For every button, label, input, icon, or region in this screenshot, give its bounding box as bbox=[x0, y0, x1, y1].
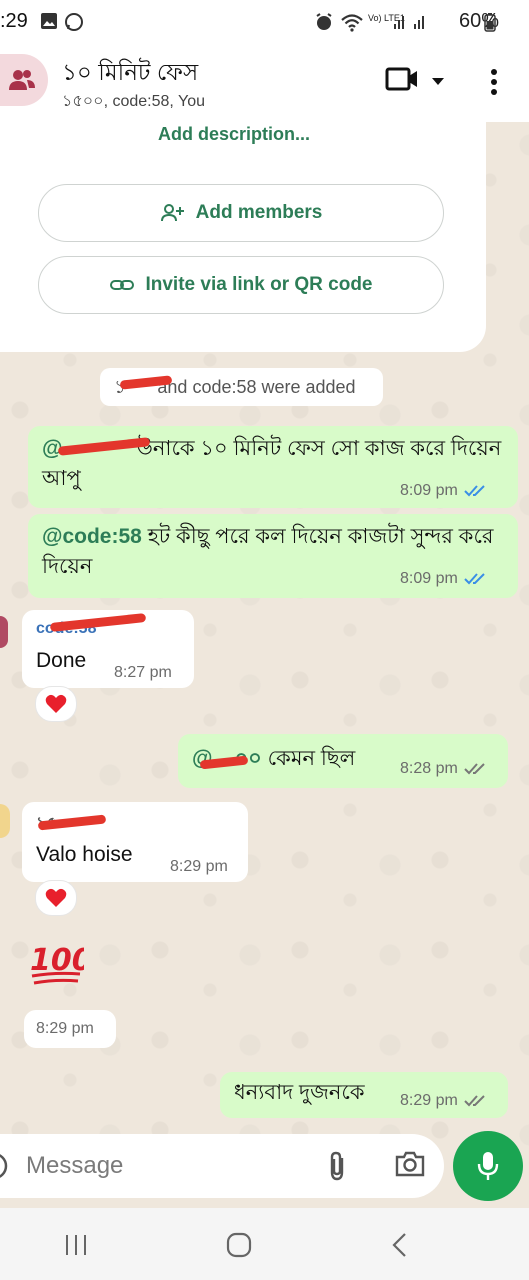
message-bubble-out[interactable]: @code:58 হট কীছু পরে কল দিয়েন কাজটা সুন… bbox=[28, 514, 518, 598]
invite-link-button[interactable]: Invite via link or QR code bbox=[38, 256, 444, 314]
message-meta: 8:09 pm bbox=[400, 570, 488, 588]
mic-button[interactable] bbox=[453, 1131, 523, 1201]
hundred-emoji[interactable]: 100 bbox=[28, 936, 93, 997]
message-body: Done bbox=[36, 649, 87, 672]
sender-avatar[interactable] bbox=[0, 804, 10, 838]
group-avatar[interactable] bbox=[0, 54, 48, 106]
heart-reaction-icon bbox=[45, 694, 67, 713]
message-body: Valo hoise bbox=[36, 843, 133, 866]
message-time: 8:28 pm bbox=[400, 760, 458, 777]
message-bubble-in[interactable]: code:58 Done 8:27 pm bbox=[22, 610, 194, 688]
message-mention[interactable]: @code:58 bbox=[42, 525, 142, 548]
battery-icon bbox=[484, 12, 496, 37]
delivered-ticks-icon bbox=[464, 763, 485, 775]
recents-icon[interactable] bbox=[64, 1234, 88, 1261]
message-time: 8:09 pm bbox=[400, 482, 458, 499]
reaction-badge[interactable] bbox=[35, 686, 77, 722]
message-time: 8:29 pm bbox=[400, 1092, 458, 1109]
system-notice: ১ and code:58 were added bbox=[100, 368, 383, 406]
message-time: 8:09 pm bbox=[400, 570, 458, 587]
more-menu-icon[interactable] bbox=[490, 68, 498, 101]
sticker-time-bubble: 8:29 pm bbox=[24, 1010, 116, 1048]
message-composer[interactable]: Message bbox=[0, 1134, 444, 1198]
group-info-card: Add description... Add members Invite vi… bbox=[0, 118, 486, 352]
wifi-icon bbox=[340, 12, 364, 37]
mic-icon bbox=[477, 1152, 499, 1180]
message-meta: 8:28 pm bbox=[400, 760, 488, 778]
link-icon bbox=[110, 280, 135, 290]
invite-link-label: Invite via link or QR code bbox=[145, 274, 373, 295]
sender-avatar[interactable] bbox=[0, 616, 8, 648]
status-bar: :29 Vo) LTE1 60% bbox=[0, 0, 529, 44]
add-description-link[interactable]: Add description... bbox=[158, 124, 310, 145]
message-time: 8:29 pm bbox=[170, 858, 228, 875]
attach-icon[interactable] bbox=[325, 1150, 349, 1187]
video-call-icon[interactable] bbox=[385, 66, 419, 97]
chevron-down-icon[interactable] bbox=[431, 74, 445, 92]
add-members-button[interactable]: Add members bbox=[38, 184, 444, 242]
read-ticks-icon bbox=[464, 485, 485, 497]
add-members-label: Add members bbox=[195, 202, 323, 223]
delivered-ticks-icon bbox=[464, 1095, 485, 1107]
read-ticks-icon bbox=[464, 573, 485, 585]
whatsapp-notification-icon bbox=[64, 12, 84, 37]
redaction-mark bbox=[49, 613, 147, 632]
message-bubble-out[interactable]: @ উনাকে ১০ মিনিট ফেস সো কাজ করে দিয়েন আপ… bbox=[28, 426, 518, 508]
message-body: কেমন ছিল bbox=[267, 747, 356, 770]
gallery-notification-icon bbox=[40, 12, 58, 35]
chat-participants[interactable]: ১৫০০, code:58, You bbox=[62, 88, 205, 115]
home-icon[interactable] bbox=[226, 1232, 252, 1263]
system-nav-bar bbox=[0, 1208, 529, 1280]
message-body: ধন্যবাদ দুজনকে bbox=[234, 1081, 365, 1104]
chat-header[interactable]: ১০ মিনিট ফেস ১৫০০, code:58, You bbox=[0, 44, 529, 122]
status-time: :29 bbox=[0, 10, 28, 32]
message-input[interactable]: Message bbox=[26, 1152, 123, 1180]
heart-reaction-icon bbox=[45, 888, 67, 907]
message-time: 8:29 pm bbox=[36, 1020, 94, 1037]
signal-icon bbox=[392, 12, 432, 35]
emoji-icon[interactable] bbox=[0, 1152, 10, 1185]
message-bubble-in[interactable]: ১৫ Valo hoise 8:29 pm bbox=[22, 802, 248, 882]
back-icon[interactable] bbox=[390, 1232, 408, 1263]
alarm-icon bbox=[314, 12, 334, 37]
message-bubble-out[interactable]: @০০ কেমন ছিল 8:28 pm bbox=[178, 734, 508, 788]
message-meta: 8:29 pm bbox=[400, 1092, 488, 1110]
message-time: 8:27 pm bbox=[114, 664, 172, 681]
camera-icon[interactable] bbox=[394, 1150, 426, 1183]
group-avatar-icon bbox=[9, 70, 35, 90]
message-bubble-out[interactable]: ধন্যবাদ দুজনকে 8:29 pm bbox=[220, 1072, 508, 1118]
message-meta: 8:09 pm bbox=[400, 482, 488, 500]
add-person-icon bbox=[160, 204, 184, 222]
reaction-badge[interactable] bbox=[35, 880, 77, 916]
